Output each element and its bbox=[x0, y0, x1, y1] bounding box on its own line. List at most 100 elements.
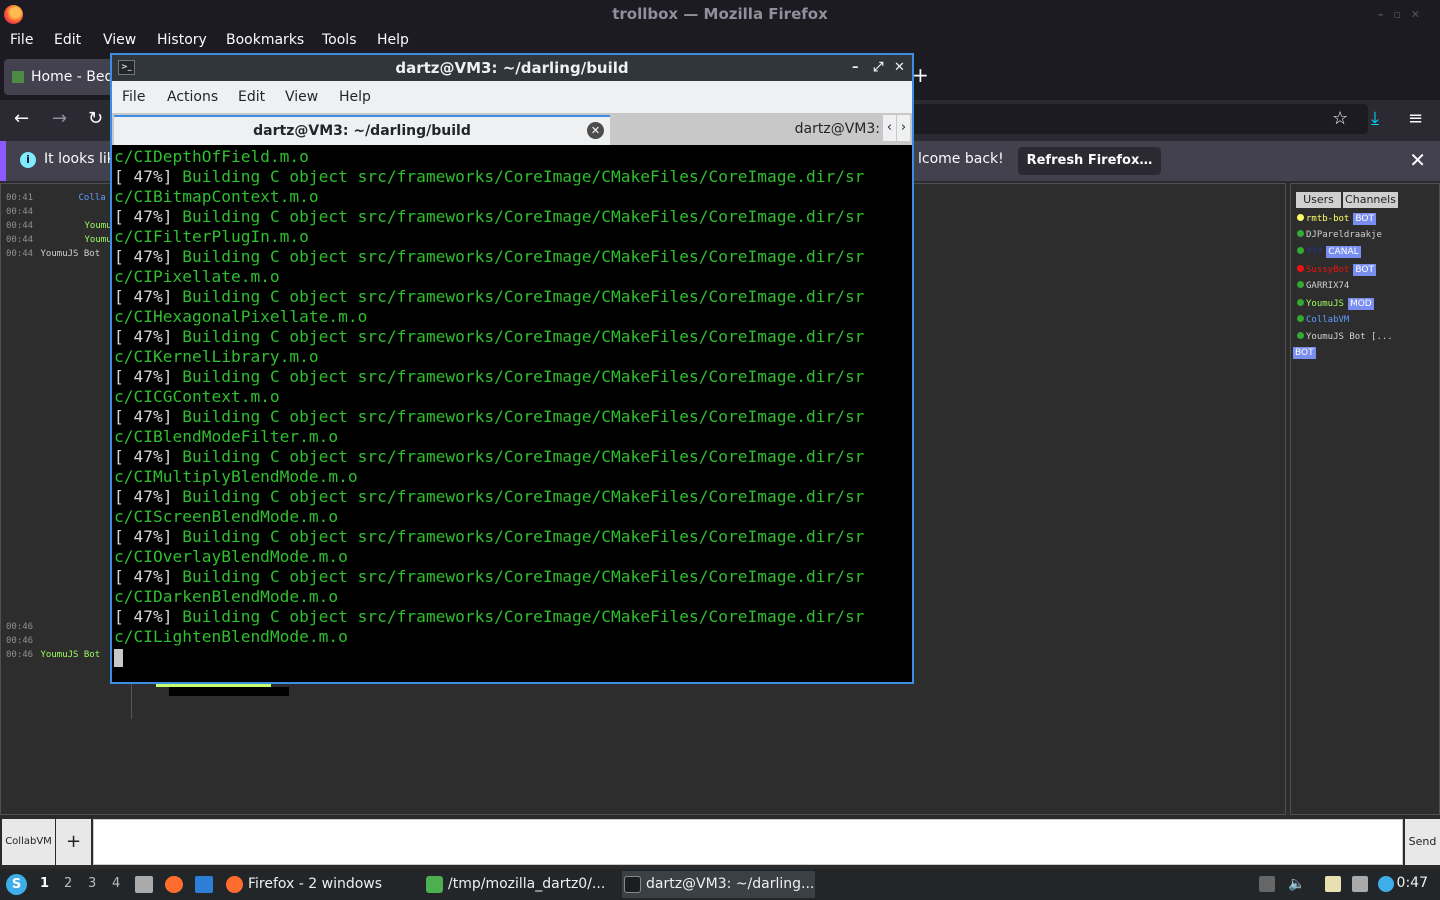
chat-input[interactable] bbox=[93, 819, 1403, 865]
user-list-item[interactable]: ??? CANAL bbox=[1297, 246, 1361, 258]
chat-nick[interactable]: YoumuJS Bot bbox=[41, 650, 101, 660]
file-manager-icon[interactable] bbox=[135, 876, 153, 893]
status-dot-icon bbox=[1297, 214, 1304, 221]
forward-icon[interactable]: → bbox=[52, 108, 67, 129]
text-cursor bbox=[114, 648, 123, 667]
menu-help[interactable]: Help bbox=[377, 32, 409, 48]
tabs-scroll-right-icon[interactable]: › bbox=[897, 115, 910, 141]
build-message: Building C object src/frameworks/CoreIma… bbox=[182, 327, 865, 346]
notification-text: It looks lik bbox=[44, 151, 115, 167]
reload-icon[interactable]: ↻ bbox=[88, 108, 103, 129]
term-menu-help[interactable]: Help bbox=[339, 89, 371, 105]
user-list-item[interactable]: CollabVM bbox=[1297, 315, 1349, 325]
user-list-item[interactable]: rmtb-bot BOT bbox=[1297, 213, 1376, 225]
tabs-scroll-left-icon[interactable]: ‹ bbox=[883, 115, 896, 141]
clock: 0:47 bbox=[1396, 875, 1428, 891]
close-icon[interactable]: ✕ bbox=[894, 55, 905, 81]
build-progress: [ 47%] bbox=[114, 487, 173, 506]
back-icon[interactable]: ← bbox=[14, 108, 29, 129]
term-menu-edit[interactable]: Edit bbox=[238, 89, 265, 105]
menu-bookmarks[interactable]: Bookmarks bbox=[226, 32, 304, 48]
user-name: rmtb-bot bbox=[1306, 214, 1350, 224]
vm-tab[interactable]: CollabVM bbox=[2, 819, 55, 865]
volume-icon[interactable]: 🔈 bbox=[1288, 876, 1305, 892]
build-message: Building C object src/frameworks/CoreIma… bbox=[182, 527, 865, 546]
build-object: c/CIKernelLibrary.m.o bbox=[114, 347, 319, 366]
refresh-firefox-button[interactable]: Refresh Firefox… bbox=[1018, 147, 1161, 175]
close-tab-icon[interactable]: ✕ bbox=[587, 122, 604, 139]
term-menu-actions[interactable]: Actions bbox=[167, 89, 218, 105]
url-bar[interactable] bbox=[912, 104, 1368, 134]
chat-message: 00:41 Colla bbox=[6, 193, 106, 203]
eject-icon[interactable] bbox=[1259, 876, 1275, 892]
send-button[interactable]: Send bbox=[1405, 819, 1440, 865]
users-tab[interactable]: Users bbox=[1296, 192, 1341, 208]
downloads-icon[interactable]: ⤓ bbox=[1371, 108, 1379, 129]
terminal-tab-active[interactable]: dartz@VM3: ~/darling/build ✕ bbox=[114, 115, 610, 145]
workspace-1[interactable]: 1 bbox=[40, 876, 49, 891]
menu-view[interactable]: View bbox=[103, 32, 136, 48]
build-message: Building C object src/frameworks/CoreIma… bbox=[182, 487, 865, 506]
browser-tab[interactable]: Home - Bed bbox=[4, 59, 124, 95]
bookmark-star-icon[interactable]: ☆ bbox=[1332, 108, 1348, 129]
status-dot-icon bbox=[1297, 281, 1304, 288]
window-title: trollbox — Mozilla Firefox bbox=[612, 5, 828, 23]
add-tab-button[interactable]: + bbox=[56, 819, 91, 865]
maximize-icon[interactable]: ⤢ bbox=[873, 55, 883, 81]
window-controls[interactable]: –▫✕ bbox=[1378, 0, 1430, 29]
terminal-output[interactable]: c/CIDepthOfField.m.o [ 47%] Building C o… bbox=[114, 147, 910, 684]
clipboard-icon[interactable] bbox=[1325, 876, 1341, 892]
user-list-item[interactable]: YoumuJS MOD bbox=[1297, 298, 1374, 310]
notifications-icon[interactable] bbox=[1378, 876, 1394, 892]
term-menu-view[interactable]: View bbox=[285, 89, 318, 105]
terminal-title: dartz@VM3: ~/darling/build bbox=[395, 59, 629, 77]
user-list-item[interactable]: YoumuJS Bot [... bbox=[1297, 332, 1393, 342]
build-progress: [ 47%] bbox=[114, 247, 173, 266]
user-list-item[interactable]: GARRIX74 bbox=[1297, 281, 1349, 291]
new-tab-icon[interactable]: + bbox=[912, 63, 929, 87]
task-terminal[interactable]: dartz@VM3: ~/darling... bbox=[622, 871, 815, 898]
chat-nick[interactable]: YoumuJS Bot bbox=[41, 249, 101, 259]
build-message: Building C object src/frameworks/CoreIma… bbox=[182, 367, 865, 386]
close-notification-icon[interactable]: ✕ bbox=[1409, 148, 1426, 172]
terminal-tab[interactable]: dartz@VM3: bbox=[612, 115, 884, 145]
build-message: Building C object src/frameworks/CoreIma… bbox=[182, 247, 865, 266]
chat-nick[interactable]: Colla bbox=[79, 193, 106, 203]
channels-tab[interactable]: Channels bbox=[1343, 192, 1398, 208]
browser-tab-title: Home - Bed bbox=[31, 69, 114, 85]
menu-history[interactable]: History bbox=[157, 32, 207, 48]
term-menu-file[interactable]: File bbox=[122, 89, 145, 105]
workspace-2[interactable]: 2 bbox=[64, 876, 72, 891]
user-badge: CANAL bbox=[1326, 246, 1361, 258]
user-name: DJPareldraakje bbox=[1306, 230, 1382, 240]
task-firefox[interactable]: Firefox - 2 windows bbox=[224, 871, 414, 898]
chat-message: 00:46 bbox=[6, 622, 35, 632]
app-menu-icon[interactable]: ≡ bbox=[1408, 108, 1423, 129]
vm-screen-fragment-dark bbox=[169, 687, 289, 696]
desktop-icon[interactable] bbox=[195, 876, 213, 893]
task-terminal-label: dartz@VM3: ~/darling... bbox=[646, 876, 815, 892]
user-list-item[interactable]: DJPareldraakje bbox=[1297, 230, 1382, 240]
workspace-3[interactable]: 3 bbox=[88, 876, 96, 891]
user-list-item[interactable]: SussyBot BOT bbox=[1297, 264, 1376, 276]
site-favicon-icon bbox=[12, 71, 24, 83]
chat-timestamp: 00:44 bbox=[6, 221, 39, 231]
build-object: c/CIFilterPlugIn.m.o bbox=[114, 227, 309, 246]
chat-message: 00:44 Youmu bbox=[6, 221, 112, 231]
terminal-task-icon bbox=[624, 876, 641, 893]
user-name: YoumuJS bbox=[1306, 299, 1344, 309]
start-menu-icon[interactable]: S bbox=[6, 874, 27, 895]
chat-nick[interactable]: Youmu bbox=[85, 221, 112, 231]
build-object: c/CIPixellate.m.o bbox=[114, 267, 280, 286]
minimize-icon[interactable]: – bbox=[852, 55, 859, 81]
chat-timestamp: 00:46 bbox=[6, 650, 39, 660]
network-icon[interactable] bbox=[1352, 876, 1368, 892]
terminal-titlebar[interactable]: >_ dartz@VM3: ~/darling/build – ⤢ ✕ bbox=[112, 55, 912, 81]
chat-nick[interactable]: Youmu bbox=[85, 235, 112, 245]
firefox-launcher-icon[interactable] bbox=[165, 876, 183, 893]
task-tmp-folder[interactable]: /tmp/mozilla_dartz0/... bbox=[424, 871, 614, 898]
workspace-4[interactable]: 4 bbox=[112, 876, 120, 891]
menu-edit[interactable]: Edit bbox=[54, 32, 81, 48]
menu-tools[interactable]: Tools bbox=[322, 32, 357, 48]
menu-file[interactable]: File bbox=[10, 32, 33, 48]
